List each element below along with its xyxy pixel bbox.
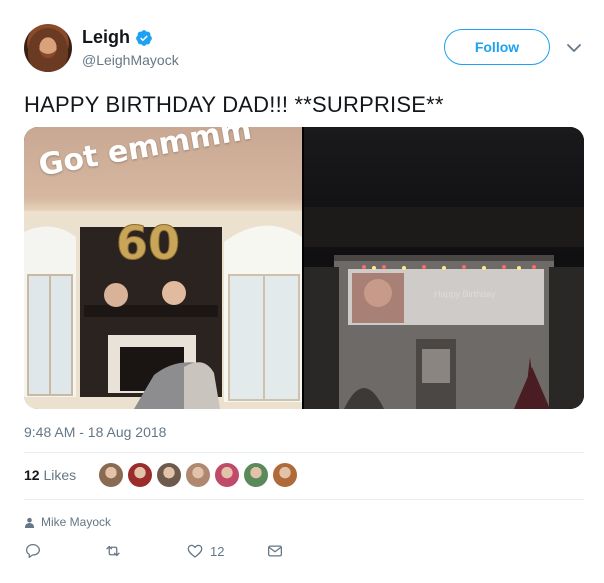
house-night-illustration <box>304 207 584 409</box>
user-handle[interactable]: @LeighMayock <box>82 52 179 68</box>
tweet-media[interactable]: 60 Got emmmm Happy Birthday <box>24 127 584 409</box>
envelope-icon <box>267 545 283 557</box>
divider <box>24 452 584 453</box>
tweet-text: HAPPY BIRTHDAY DAD!!! **SURPRISE** <box>24 92 444 117</box>
retweet-icon <box>106 545 120 557</box>
chevron-down-icon[interactable] <box>566 40 582 56</box>
photo-house-night[interactable]: Happy Birthday <box>304 127 584 409</box>
likes-count[interactable]: 12 Likes <box>24 467 76 483</box>
verified-badge-icon <box>136 29 152 46</box>
liker-avatars <box>98 462 298 488</box>
reply-icon <box>25 543 41 559</box>
liker-avatar[interactable] <box>185 462 211 488</box>
like-button[interactable]: 12 <box>186 542 224 560</box>
likes-number: 12 <box>24 467 40 483</box>
display-name[interactable]: Leigh <box>82 27 130 48</box>
reply-button[interactable] <box>24 542 42 560</box>
person-icon <box>24 517 35 528</box>
avatar[interactable] <box>24 24 72 72</box>
liker-avatar[interactable] <box>243 462 269 488</box>
tagged-user-name[interactable]: Mike Mayock <box>41 515 111 529</box>
retweet-button[interactable] <box>104 542 122 560</box>
liker-avatar[interactable] <box>127 462 153 488</box>
liker-avatar[interactable] <box>156 462 182 488</box>
liker-avatar[interactable] <box>272 462 298 488</box>
tweet-card: Leigh @LeighMayock Follow HAPPY BIRTHDAY… <box>0 0 604 583</box>
divider <box>24 499 584 500</box>
liker-avatar[interactable] <box>98 462 124 488</box>
photo-living-room[interactable]: 60 Got emmmm <box>24 127 302 409</box>
tagged-user[interactable]: Mike Mayock <box>24 515 111 529</box>
banner-text: Happy Birthday <box>434 289 496 299</box>
user-name-row[interactable]: Leigh <box>82 27 153 48</box>
likes-label: Likes <box>43 467 77 483</box>
tweet-timestamp[interactable]: 9:48 AM - 18 Aug 2018 <box>24 424 166 440</box>
gold-60-balloons: 60 <box>116 216 180 270</box>
heart-icon <box>187 544 203 558</box>
direct-message-button[interactable] <box>266 542 284 560</box>
like-count: 12 <box>210 543 225 559</box>
liker-avatar[interactable] <box>214 462 240 488</box>
follow-button[interactable]: Follow <box>444 29 550 65</box>
